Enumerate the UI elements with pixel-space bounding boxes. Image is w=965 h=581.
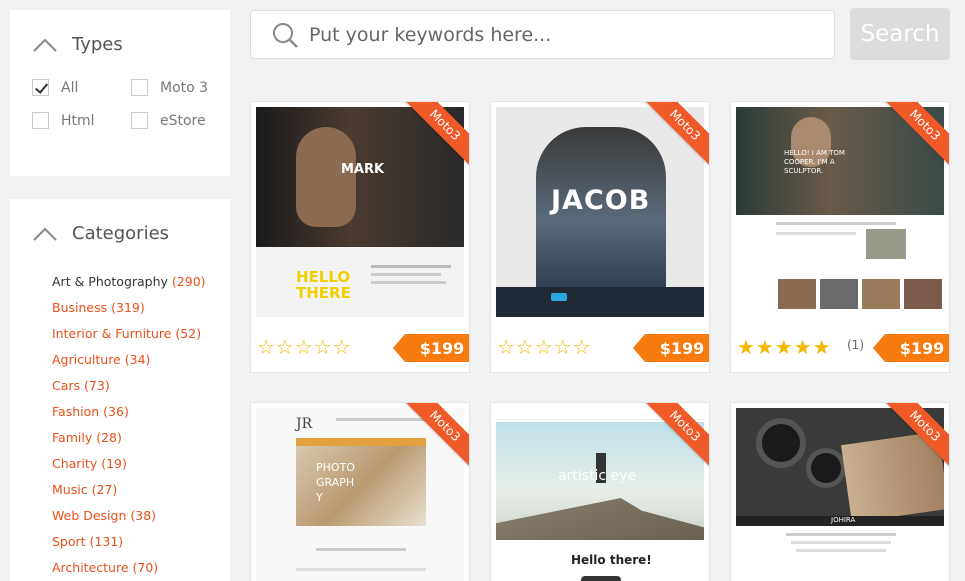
category-item[interactable]: Cars (73): [52, 373, 206, 399]
template-card[interactable]: JACOB Moto3 ☆☆☆☆☆ $199: [490, 101, 710, 373]
search-input[interactable]: [309, 23, 809, 46]
types-title: Types: [72, 34, 123, 55]
template-thumbnail[interactable]: MARK HELLO THERE: [256, 107, 464, 317]
card-footer: ★★★★★ (1) $199: [731, 327, 949, 372]
template-thumbnail[interactable]: JOHIRA: [736, 408, 944, 581]
checkbox-estore[interactable]: [131, 112, 148, 129]
template-headline: JR: [296, 416, 313, 432]
chevron-up-icon[interactable]: [32, 37, 58, 53]
price-tag[interactable]: $199: [873, 334, 949, 362]
category-item[interactable]: Fashion (36): [52, 399, 206, 425]
type-option-moto3[interactable]: Moto 3: [131, 79, 208, 96]
template-tagline: HELLO THERE: [296, 268, 351, 302]
template-card[interactable]: JOHIRA Moto3: [730, 402, 950, 581]
category-item[interactable]: Charity (19): [52, 451, 206, 477]
category-item[interactable]: Web Design (38): [52, 503, 206, 529]
template-tagline: PHOTOGRAPHY: [316, 461, 355, 504]
category-item[interactable]: Architecture (70): [52, 555, 206, 581]
checkbox-all[interactable]: [32, 79, 49, 96]
type-option-all[interactable]: All: [32, 79, 78, 96]
category-item[interactable]: Art & Photography (290): [52, 269, 206, 295]
search-box: [250, 10, 835, 59]
template-headline: JACOB: [551, 185, 651, 216]
template-card[interactable]: HELLO! I AM TOM COOPER. I'M A SCULPTOR. …: [730, 101, 950, 373]
type-label-all: All: [61, 79, 79, 96]
template-headline: artistic eye: [558, 468, 637, 484]
template-headline: HELLO! I AM TOM COOPER. I'M A SCULPTOR.: [784, 149, 845, 175]
category-list: Art & Photography (290) Business (319) I…: [52, 269, 206, 581]
categories-header[interactable]: Categories: [32, 223, 169, 244]
category-item[interactable]: Sport (131): [52, 529, 206, 555]
template-headline: MARK: [341, 162, 385, 177]
template-thumbnail[interactable]: JR PHOTOGRAPHY: [256, 408, 464, 581]
rating-stars: ☆☆☆☆☆: [497, 335, 592, 359]
card-footer: ☆☆☆☆☆ $199: [491, 327, 709, 372]
search-icon: [273, 22, 298, 48]
categories-panel: Categories Art & Photography (290) Busin…: [10, 199, 230, 581]
checkbox-moto3[interactable]: [131, 79, 148, 96]
categories-title: Categories: [72, 223, 170, 244]
category-item[interactable]: Interior & Furniture (52): [52, 321, 206, 347]
price-tag[interactable]: $199: [393, 334, 469, 362]
card-footer: ☆☆☆☆☆ $199: [251, 327, 469, 372]
template-card[interactable]: MARK HELLO THERE Moto3 ☆☆☆☆☆ $199: [250, 101, 470, 373]
types-header[interactable]: Types: [32, 34, 123, 55]
template-thumbnail[interactable]: HELLO! I AM TOM COOPER. I'M A SCULPTOR.: [736, 107, 944, 317]
type-option-html[interactable]: Html: [32, 112, 95, 129]
type-option-estore[interactable]: eStore: [131, 112, 206, 129]
rating-stars: ★★★★★: [737, 335, 832, 359]
review-count: (1): [847, 338, 864, 352]
template-thumbnail[interactable]: JACOB: [496, 107, 704, 317]
template-thumbnail[interactable]: artistic eye Hello there!: [496, 408, 704, 581]
type-label-estore: eStore: [160, 112, 206, 129]
category-item[interactable]: Music (27): [52, 477, 206, 503]
chevron-up-icon[interactable]: [32, 226, 58, 242]
template-headline: JOHIRA: [831, 516, 856, 524]
rating-stars: ☆☆☆☆☆: [257, 335, 352, 359]
search-button[interactable]: Search: [850, 8, 950, 60]
category-item[interactable]: Business (319): [52, 295, 206, 321]
template-card[interactable]: JR PHOTOGRAPHY Moto3: [250, 402, 470, 581]
template-card[interactable]: artistic eye Hello there! Moto3: [490, 402, 710, 581]
type-label-html: Html: [61, 112, 95, 129]
category-item[interactable]: Agriculture (34): [52, 347, 206, 373]
checkbox-html[interactable]: [32, 112, 49, 129]
price-tag[interactable]: $199: [633, 334, 709, 362]
type-label-moto3: Moto 3: [160, 79, 209, 96]
types-panel: Types All Moto 3 Html eStore: [10, 10, 230, 176]
category-item[interactable]: Family (28): [52, 425, 206, 451]
template-tagline: Hello there!: [571, 553, 652, 567]
